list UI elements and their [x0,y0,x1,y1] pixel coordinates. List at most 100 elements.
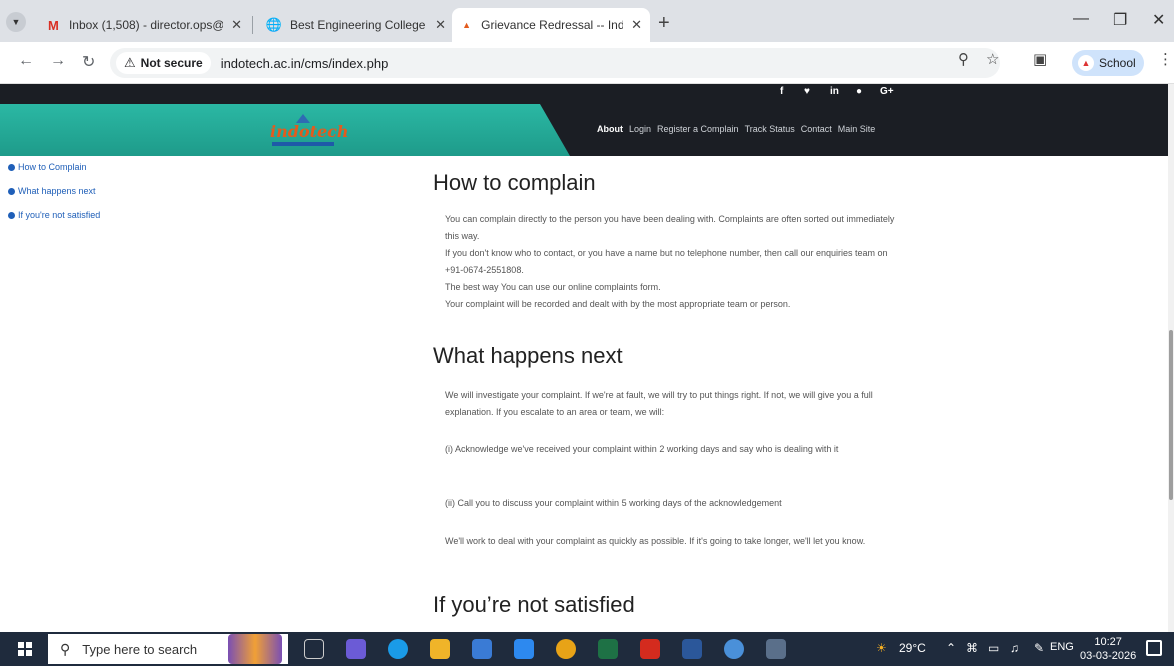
nav-login[interactable]: Login [629,124,651,134]
section-heading-not-satisfied: If you’re not satisfied [433,592,635,617]
paragraph: We will investigate your complaint. If w… [445,390,873,417]
nav-about[interactable]: About [597,124,623,134]
taskbar-search[interactable]: ⚲ Type here to search [48,634,288,664]
nav-track-status[interactable]: Track Status [745,124,795,134]
profile-label: School [1099,56,1136,70]
arrow-circle-icon [8,211,15,219]
logo-tagline-bar [272,142,334,146]
pen-icon[interactable]: ✎ [1034,641,1044,655]
site-nav-links: About Login Register a Complain Track St… [597,124,875,134]
paragraph: We'll work to deal with your complaint a… [445,536,866,546]
indotech-logo[interactable]: indotech [270,114,349,148]
site-social-bar: f ♥ in ● G+ [0,84,1168,104]
volume-icon[interactable]: ♫ [1010,641,1019,655]
close-icon[interactable]: ✕ [231,17,242,33]
globe-icon: 🌐 [265,17,283,32]
tab-grievance-redressal[interactable]: ▲ Grievance Redressal -- Indotech ✕ [452,8,650,42]
acrobat-icon[interactable] [640,639,660,659]
sidebar-item-how-to-complain[interactable]: How to Complain [8,162,87,172]
google-plus-icon[interactable]: G+ [880,86,894,97]
restore-icon[interactable]: ❐ [1113,10,1127,30]
windows-taskbar: ⚲ Type here to search ☀ 29°C ⌃ ⌘ ▭ ♫ ✎ E… [0,632,1174,666]
chrome-active-icon[interactable] [724,639,744,659]
address-bar[interactable]: ⚠ Not secure indotech.ac.in/cms/index.ph… [110,48,1000,78]
site-header: indotech About Login Register a Complain… [0,104,1168,156]
excel-icon[interactable] [598,639,618,659]
paragraph: The best way You can use our online comp… [445,282,661,292]
store-icon[interactable] [472,639,492,659]
taskbar-clock[interactable]: 10:27 03-03-2026 [1080,635,1136,663]
close-window-icon[interactable]: ✕ [1152,10,1165,30]
chevron-up-icon[interactable]: ⌃ [946,641,956,655]
minimize-icon[interactable]: — [1073,10,1089,28]
tab-gmail[interactable]: M Inbox (1,508) - director.ops@in ✕ [38,8,250,42]
pinterest-icon[interactable]: ● [856,86,862,97]
tab-strip: ▼ M Inbox (1,508) - director.ops@in ✕ 🌐 … [0,0,1174,42]
clock-date: 03-03-2026 [1080,650,1137,662]
weather-icon: ☀ [876,641,887,655]
tab-title: Best Engineering College in Bh [290,18,427,32]
profile-button[interactable]: ▲ School [1072,50,1144,76]
sidebar-item-not-satisfied[interactable]: If you're not satisfied [8,210,100,220]
battery-icon[interactable]: ▭ [988,641,999,655]
search-placeholder: Type here to search [82,641,198,657]
bookmark-star-icon[interactable]: ☆ [986,50,999,68]
paragraph: (ii) Call you to discuss your complaint … [445,498,782,508]
language-indicator[interactable]: ENG [1050,641,1074,653]
network-icon[interactable]: ⌘ [966,641,978,655]
indotech-icon: ▲ [462,20,472,30]
warning-icon: ⚠ [124,55,136,70]
close-icon[interactable]: ✕ [435,17,446,33]
word-icon[interactable] [682,639,702,659]
logo-text: indotech [270,122,349,141]
scrollbar-thumb[interactable] [1169,330,1173,500]
twitter-icon[interactable]: ♥ [804,86,810,97]
weather-temp[interactable]: 29°C [899,641,926,655]
nav-register-complain[interactable]: Register a Complain [657,124,739,134]
file-explorer-icon[interactable] [430,639,450,659]
clock-time: 10:27 [1094,636,1122,648]
notification-icon[interactable] [1146,640,1162,656]
section-heading-what-happens-next: What happens next [433,343,623,368]
forward-icon[interactable]: → [50,52,66,70]
close-icon[interactable]: ✕ [631,17,642,33]
copilot-icon[interactable] [346,639,366,659]
tab-search-icon[interactable]: ▼ [6,12,26,32]
linkedin-icon[interactable]: in [830,86,839,97]
section-heading-how-to-complain: How to complain [433,170,596,195]
gmail-icon: M [48,17,59,33]
paragraph: If you don't know who to contact, or you… [445,248,888,275]
profile-avatar: ▲ [1078,55,1094,71]
sidebar-item-what-happens-next[interactable]: What happens next [8,186,96,196]
url-text[interactable]: indotech.ac.in/cms/index.php [221,56,389,71]
nav-main-site[interactable]: Main Site [838,124,876,134]
security-label: Not secure [140,56,203,70]
paragraph: You can complain directly to the person … [445,214,895,241]
back-icon[interactable]: ← [18,52,34,70]
new-tab-button[interactable]: + [658,12,670,35]
tab-best-engineering[interactable]: 🌐 Best Engineering College in Bh ✕ [258,8,454,42]
app-icon[interactable] [514,639,534,659]
tab-divider [252,16,253,34]
chrome-icon[interactable] [556,639,576,659]
search-highlight-image [228,634,282,664]
menu-kebab-icon[interactable]: ⋮ [1158,50,1173,68]
paragraph: Your complaint will be recorded and deal… [445,299,791,309]
arrow-circle-icon [8,187,15,195]
task-view-icon[interactable] [304,639,324,659]
browser-toolbar: ← → ↻ ⚠ Not secure indotech.ac.in/cms/in… [0,42,1174,84]
security-chip[interactable]: ⚠ Not secure [116,52,211,74]
facebook-icon[interactable]: f [780,86,783,97]
paragraph: (i) Acknowledge we've received your comp… [445,444,839,454]
extensions-icon[interactable]: ▣ [1033,50,1047,68]
windows-start-icon[interactable] [18,642,32,656]
search-icon: ⚲ [60,640,71,657]
edge-icon[interactable] [388,639,408,659]
arrow-circle-icon [8,163,15,171]
section-body-how-to-complain: You can complain directly to the person … [445,211,905,313]
zoom-icon[interactable]: ⚲ [958,50,969,68]
tab-title: Inbox (1,508) - director.ops@in [68,18,224,32]
nav-contact[interactable]: Contact [801,124,832,134]
paint-icon[interactable] [766,639,786,659]
reload-icon[interactable]: ↻ [82,52,95,72]
